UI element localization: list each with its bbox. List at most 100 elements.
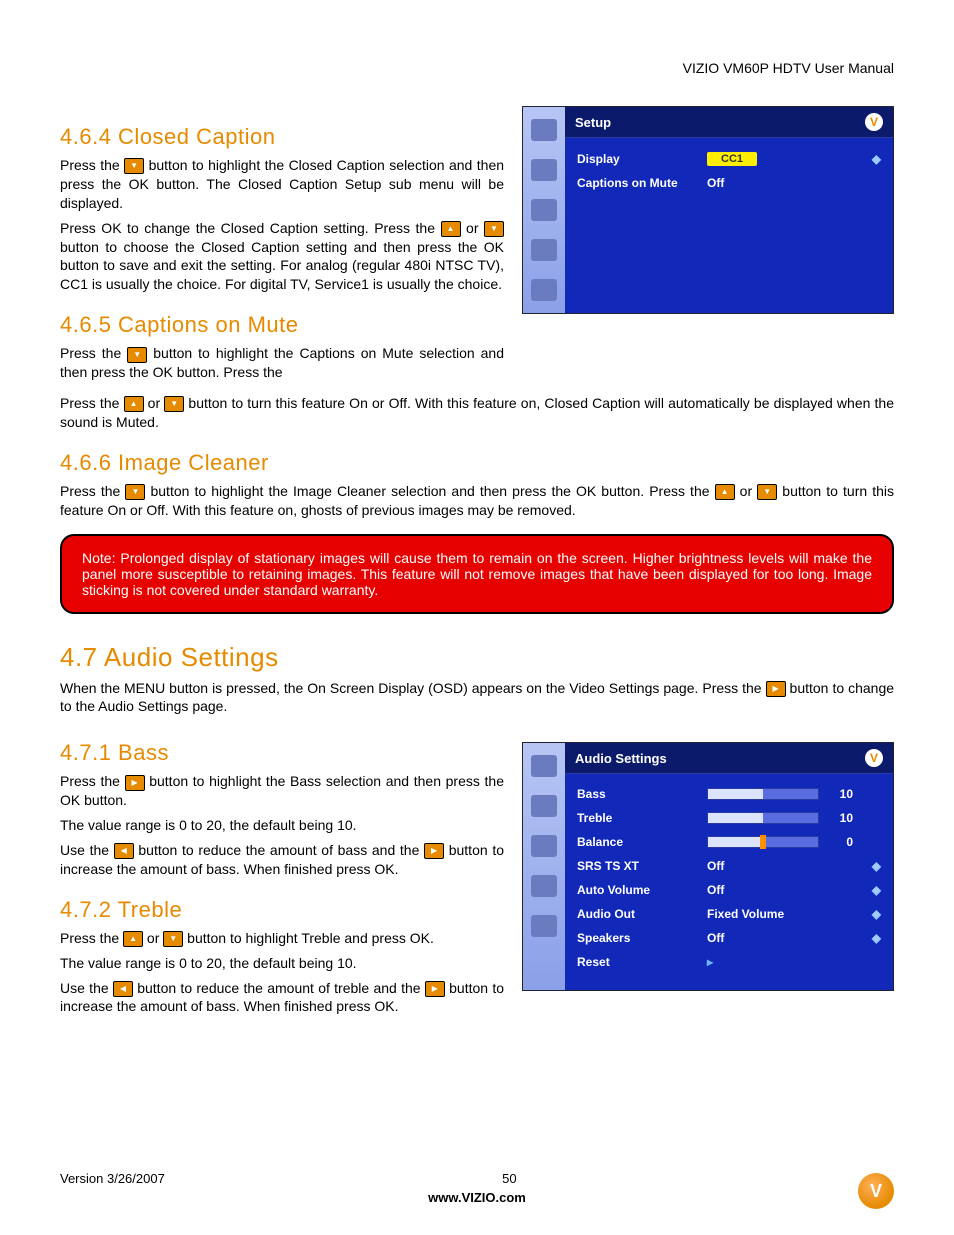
down-arrow-icon: ▼ <box>164 396 184 412</box>
diamond-icon: ◆ <box>872 883 881 897</box>
down-arrow-icon: ▼ <box>124 158 144 174</box>
para-464-1: Press the ▼ button to highlight the Clos… <box>60 156 504 213</box>
heading-472: 4.7.2 Treble <box>60 897 504 923</box>
warning-note: Note: Prolonged display of stationary im… <box>60 534 894 614</box>
osd-label: Bass <box>577 787 707 801</box>
setup-icon <box>531 239 557 261</box>
right-arrow-icon: ▶ <box>424 843 444 859</box>
vizio-logo-icon: V <box>858 1173 894 1209</box>
down-arrow-icon: ▼ <box>163 931 183 947</box>
text: Press the <box>60 930 123 946</box>
osd-label: Treble <box>577 811 707 825</box>
osd-value: Fixed Volume <box>707 907 872 921</box>
up-arrow-icon: ▲ <box>715 484 735 500</box>
text: or <box>740 483 758 499</box>
osd-value: 10 <box>827 787 853 801</box>
osd-label: Balance <box>577 835 707 849</box>
right-arrow-icon: ▶ <box>125 775 145 791</box>
text: Press the <box>60 483 125 499</box>
text: Use the <box>60 842 114 858</box>
heading-471: 4.7.1 Bass <box>60 740 504 766</box>
osd-label: SRS TS XT <box>577 859 707 873</box>
text: or <box>147 930 163 946</box>
text: When the MENU button is pressed, the On … <box>60 680 766 696</box>
osd-label: Captions on Mute <box>577 176 707 190</box>
text: button to highlight the Image Cleaner se… <box>150 483 714 499</box>
exit-icon <box>531 279 557 301</box>
text: Press the <box>60 773 125 789</box>
diamond-icon: ◆ <box>872 859 881 873</box>
osd-value: 10 <box>827 811 853 825</box>
audio-icon <box>531 795 557 817</box>
vizio-logo-icon: V <box>865 113 883 131</box>
text: Press the <box>60 345 127 361</box>
text: button to highlight Treble and press OK. <box>187 930 434 946</box>
para-472-1: Press the ▲ or ▼ button to highlight Tre… <box>60 929 504 948</box>
text: button to choose the Closed Caption sett… <box>60 239 504 293</box>
heading-465: 4.6.5 Captions on Mute <box>60 312 504 338</box>
up-arrow-icon: ▲ <box>441 221 461 237</box>
osd-value-highlight: CC1 <box>707 152 757 166</box>
osd-value: Off <box>707 859 872 873</box>
osd-row: Treble 10 <box>575 806 883 830</box>
text: Press OK to change the Closed Caption se… <box>60 220 441 236</box>
heading-47: 4.7 Audio Settings <box>60 642 894 673</box>
para-465b: Press the ▲ or ▼ button to turn this fea… <box>60 394 894 432</box>
setup-icon <box>531 875 557 897</box>
osd-row-display: Display CC1 ◆ <box>575 146 883 171</box>
para-472-3: Use the ◀ button to reduce the amount of… <box>60 979 504 1017</box>
down-arrow-icon: ▼ <box>757 484 777 500</box>
para-466: Press the ▼ button to highlight the Imag… <box>60 482 894 520</box>
osd-value: Off <box>707 883 872 897</box>
up-arrow-icon: ▲ <box>124 396 144 412</box>
para-47: When the MENU button is pressed, the On … <box>60 679 894 717</box>
osd-setup-screenshot: Setup V Display CC1 ◆ Captions on Mute <box>522 106 894 314</box>
exit-icon <box>531 915 557 937</box>
osd-label: Speakers <box>577 931 707 945</box>
heading-466: 4.6.6 Image Cleaner <box>60 450 894 476</box>
osd-audio-screenshot: Audio Settings V Bass10Treble10Balance0S… <box>522 742 894 991</box>
para-465: Press the ▼ button to highlight the Capt… <box>60 344 504 382</box>
down-arrow-icon: ▼ <box>484 221 504 237</box>
para-471-3: Use the ◀ button to reduce the amount of… <box>60 841 504 879</box>
osd-title: Setup <box>575 115 611 130</box>
osd-row: Reset▸ <box>575 950 883 974</box>
osd-slider <box>707 812 819 824</box>
osd-slider <box>707 788 819 800</box>
osd-row: Balance 0 <box>575 830 883 854</box>
osd-label: Display <box>577 152 707 166</box>
osd-label: Reset <box>577 955 707 969</box>
osd-sidebar <box>523 743 565 990</box>
lock-icon <box>531 835 557 857</box>
diamond-icon: ◆ <box>872 907 881 921</box>
para-471-1: Press the ▶ button to highlight the Bass… <box>60 772 504 810</box>
text: button to reduce the amount of bass and … <box>138 842 424 858</box>
right-arrow-icon: ▶ <box>425 981 445 997</box>
footer-url: www.VIZIO.com <box>60 1190 894 1205</box>
osd-value: Off <box>707 176 881 190</box>
osd-slider <box>707 836 819 848</box>
text: Use the <box>60 980 113 996</box>
osd-value: 0 <box>827 835 853 849</box>
footer-page-number: 50 <box>502 1171 516 1186</box>
left-arrow-icon: ◀ <box>113 981 133 997</box>
diamond-icon: ◆ <box>872 152 881 166</box>
text: Press the <box>60 157 124 173</box>
vizio-logo-icon: V <box>865 749 883 767</box>
para-472-2: The value range is 0 to 20, the default … <box>60 954 504 973</box>
right-arrow-icon: ▶ <box>766 681 786 697</box>
osd-value: Off <box>707 931 872 945</box>
up-arrow-icon: ▲ <box>123 931 143 947</box>
picture-icon <box>531 755 557 777</box>
osd-row: SRS TS XTOff◆ <box>575 854 883 878</box>
down-arrow-icon: ▼ <box>127 347 147 363</box>
arrow-icon: ▸ <box>707 955 881 969</box>
text: button to reduce the amount of treble an… <box>137 980 425 996</box>
left-arrow-icon: ◀ <box>114 843 134 859</box>
osd-label: Audio Out <box>577 907 707 921</box>
osd-row: SpeakersOff◆ <box>575 926 883 950</box>
text: or <box>148 395 165 411</box>
osd-sidebar <box>523 107 565 313</box>
page-footer: Version 3/26/2007 50 www.VIZIO.com V <box>60 1171 894 1205</box>
text: Press the <box>60 395 124 411</box>
